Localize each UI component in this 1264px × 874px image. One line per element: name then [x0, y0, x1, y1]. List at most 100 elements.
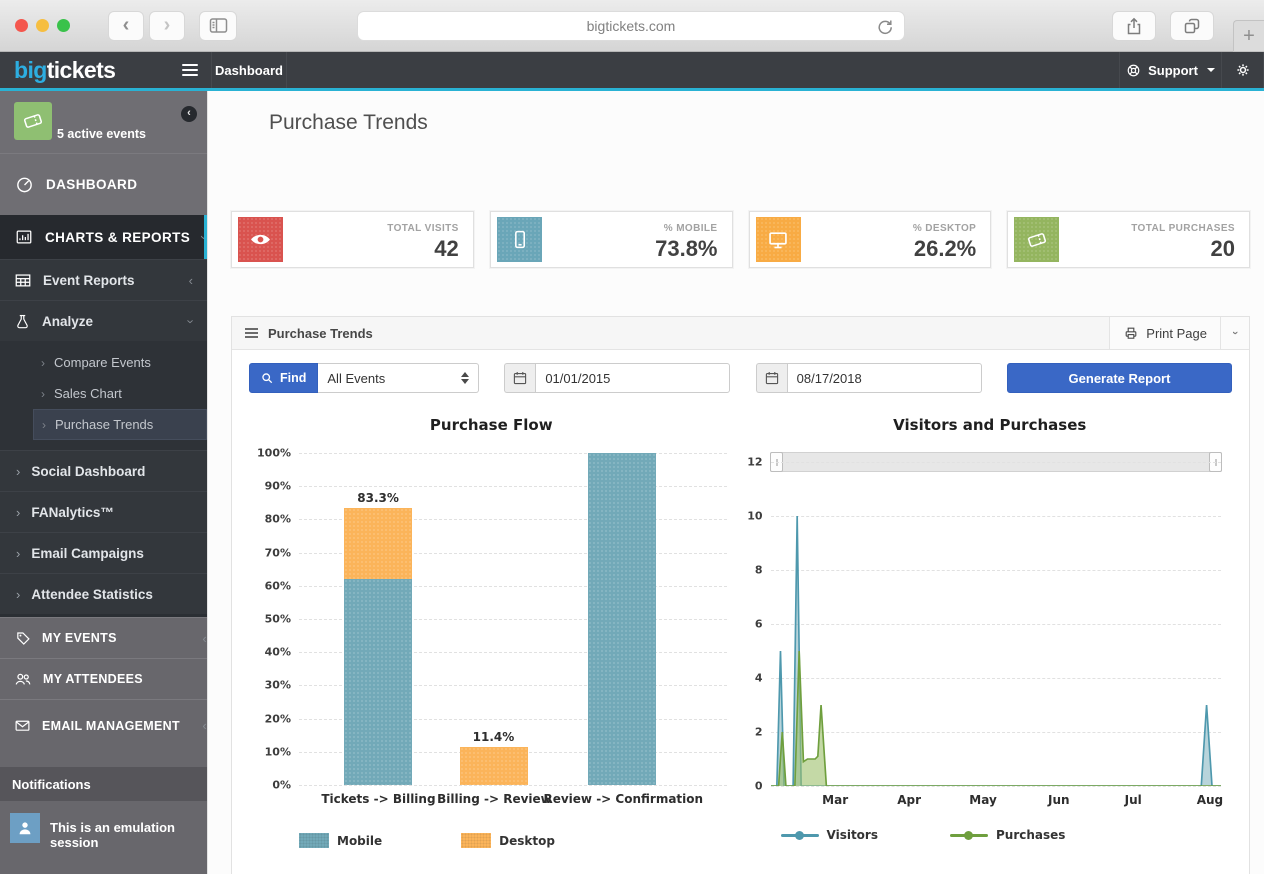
panel-menu-icon[interactable]	[245, 326, 258, 340]
legend-item-visitors[interactable]: Visitors	[781, 828, 879, 842]
ticket-icon	[1014, 217, 1059, 262]
tag-icon	[14, 630, 31, 647]
new-tab-button[interactable]: +	[1233, 20, 1264, 52]
date-to-input[interactable]	[787, 363, 982, 393]
area-fill-purchases	[771, 651, 1222, 786]
gear-icon	[1235, 62, 1251, 78]
sidebar-item-attendee-statistics[interactable]: ›Attendee Statistics	[0, 573, 207, 614]
vp-y-axis: 121086420	[743, 462, 771, 786]
notification-item[interactable]: This is an emulation session	[0, 801, 207, 874]
stat-value: 20	[1211, 236, 1235, 261]
find-button[interactable]: Find	[249, 363, 318, 393]
event-select[interactable]: All Events	[318, 363, 479, 393]
sidebar-item-my-attendees[interactable]: MY ATTENDEES	[0, 658, 207, 699]
refresh-icon[interactable]	[875, 17, 895, 37]
search-icon	[261, 372, 274, 385]
legend-item-desktop[interactable]: Desktop	[461, 833, 555, 848]
nav-settings[interactable]	[1221, 52, 1264, 88]
stacked-bar	[588, 453, 656, 785]
sidebar-subitem-purchase-trends[interactable]: ›Purchase Trends	[33, 409, 207, 440]
chevron-right-icon: ›	[16, 587, 20, 602]
chart-title: Visitors and Purchases	[741, 416, 1240, 434]
mobile-icon	[497, 217, 542, 262]
bigtickets-logo[interactable]: bigtickets	[14, 59, 115, 82]
printer-icon	[1123, 325, 1139, 341]
stacked-bar: 83.3%	[344, 508, 412, 785]
nav-support[interactable]: Support	[1119, 52, 1221, 88]
sidebar-item-social-dashboard[interactable]: ›Social Dashboard	[0, 450, 207, 491]
x-tick-label: Aug	[1197, 793, 1223, 807]
ticket-icon	[14, 102, 52, 140]
chevron-right-icon: ›	[41, 356, 45, 370]
x-tick-label: Billing -> Review	[437, 792, 552, 806]
back-button[interactable]: ‹	[108, 11, 144, 41]
bar-segment-mobile	[344, 579, 412, 785]
y-tick-label: 10%	[265, 745, 291, 758]
sidebar-item-dashboard[interactable]: DASHBOARD	[0, 153, 207, 215]
minimize-window-button[interactable]	[36, 19, 49, 32]
eye-icon	[238, 217, 283, 262]
show-tabs-button[interactable]	[1170, 11, 1214, 41]
legend-item-purchases[interactable]: Purchases	[950, 828, 1065, 842]
active-events-label: 5 active events	[57, 127, 146, 141]
maximize-window-button[interactable]	[57, 19, 70, 32]
share-button[interactable]	[1112, 11, 1156, 41]
sidebar-item-my-events[interactable]: MY EVENTS ‹	[0, 617, 207, 658]
sidebar-item-event-reports[interactable]: Event Reports ‹	[0, 259, 207, 300]
main-content: Purchase Trends TOTAL VISITS42 % MOBILE7…	[207, 91, 1264, 874]
panel-header: Purchase Trends Print Page ›	[232, 317, 1249, 350]
bar-chart-icon	[15, 228, 33, 246]
generate-report-button[interactable]: Generate Report	[1007, 363, 1232, 393]
y-tick-label: 12	[747, 456, 762, 469]
url-text: bigtickets.com	[587, 18, 676, 34]
sidebar-collapse-button[interactable]: ‹	[181, 106, 197, 122]
x-tick-label: Review -> Confirmation	[543, 792, 703, 806]
stat-card-percent-desktop: % DESKTOP26.2%	[749, 211, 992, 268]
y-tick-label: 0%	[272, 779, 291, 792]
sidebar-active-events[interactable]: 5 active events ‹	[0, 91, 207, 153]
legend-swatch	[299, 833, 329, 848]
stat-label: TOTAL PURCHASES	[1131, 223, 1235, 234]
legend-swatch	[461, 833, 491, 848]
y-tick-label: 60%	[265, 579, 291, 592]
bar-segment-desktop	[344, 508, 412, 579]
filter-bar: Find All Events	[232, 350, 1249, 405]
sidebar-subitem-compare-events[interactable]: ›Compare Events	[0, 347, 207, 378]
app-navbar: bigtickets Dashboard Support	[0, 52, 1264, 88]
gridline	[771, 786, 1222, 787]
stat-value: 42	[434, 236, 458, 261]
address-bar[interactable]: bigtickets.com	[357, 11, 905, 41]
forward-button[interactable]: ›	[149, 11, 185, 41]
date-from-input[interactable]	[535, 363, 730, 393]
sidebar-item-email-campaigns[interactable]: ›Email Campaigns	[0, 532, 207, 573]
chevron-right-icon: ›	[42, 418, 46, 432]
area-line-purchases	[771, 651, 1222, 786]
chevron-down-icon: ›	[189, 314, 193, 329]
sidebar-toggle-button[interactable]	[199, 11, 237, 41]
legend-item-mobile[interactable]: Mobile	[299, 833, 382, 848]
chevron-down-icon	[1207, 68, 1215, 72]
flow-plot-area: 83.3%11.4%	[299, 453, 727, 785]
life-ring-icon	[1126, 63, 1141, 78]
sidebar-item-charts-reports[interactable]: CHARTS & REPORTS ›	[0, 215, 207, 259]
sidebar-item-analyze[interactable]: Analyze ›	[0, 300, 207, 341]
x-tick-label: Jul	[1125, 793, 1142, 807]
y-tick-label: 100%	[257, 447, 291, 460]
print-page-button[interactable]: Print Page	[1109, 317, 1220, 349]
menu-hamburger-icon[interactable]	[182, 61, 198, 79]
stat-card-percent-mobile: % MOBILE 73.8%	[490, 211, 733, 268]
nav-dashboard[interactable]: Dashboard	[211, 52, 287, 88]
y-tick-label: 4	[755, 672, 763, 685]
y-tick-label: 20%	[265, 712, 291, 725]
stat-value: 73.8%	[655, 236, 717, 261]
stat-label: % MOBILE	[664, 223, 718, 234]
chevron-down-icon: ›	[1229, 331, 1241, 335]
close-window-button[interactable]	[15, 19, 28, 32]
sidebar-item-fanalytics[interactable]: ›FANalytics™	[0, 491, 207, 532]
sidebar-subitem-sales-chart[interactable]: ›Sales Chart	[0, 378, 207, 409]
panel-collapse-button[interactable]: ›	[1220, 317, 1249, 349]
legend-line-marker	[950, 834, 988, 837]
flask-icon	[14, 313, 31, 330]
sidebar-item-email-management[interactable]: EMAIL MANAGEMENT ‹	[0, 699, 207, 751]
y-tick-label: 70%	[265, 546, 291, 559]
